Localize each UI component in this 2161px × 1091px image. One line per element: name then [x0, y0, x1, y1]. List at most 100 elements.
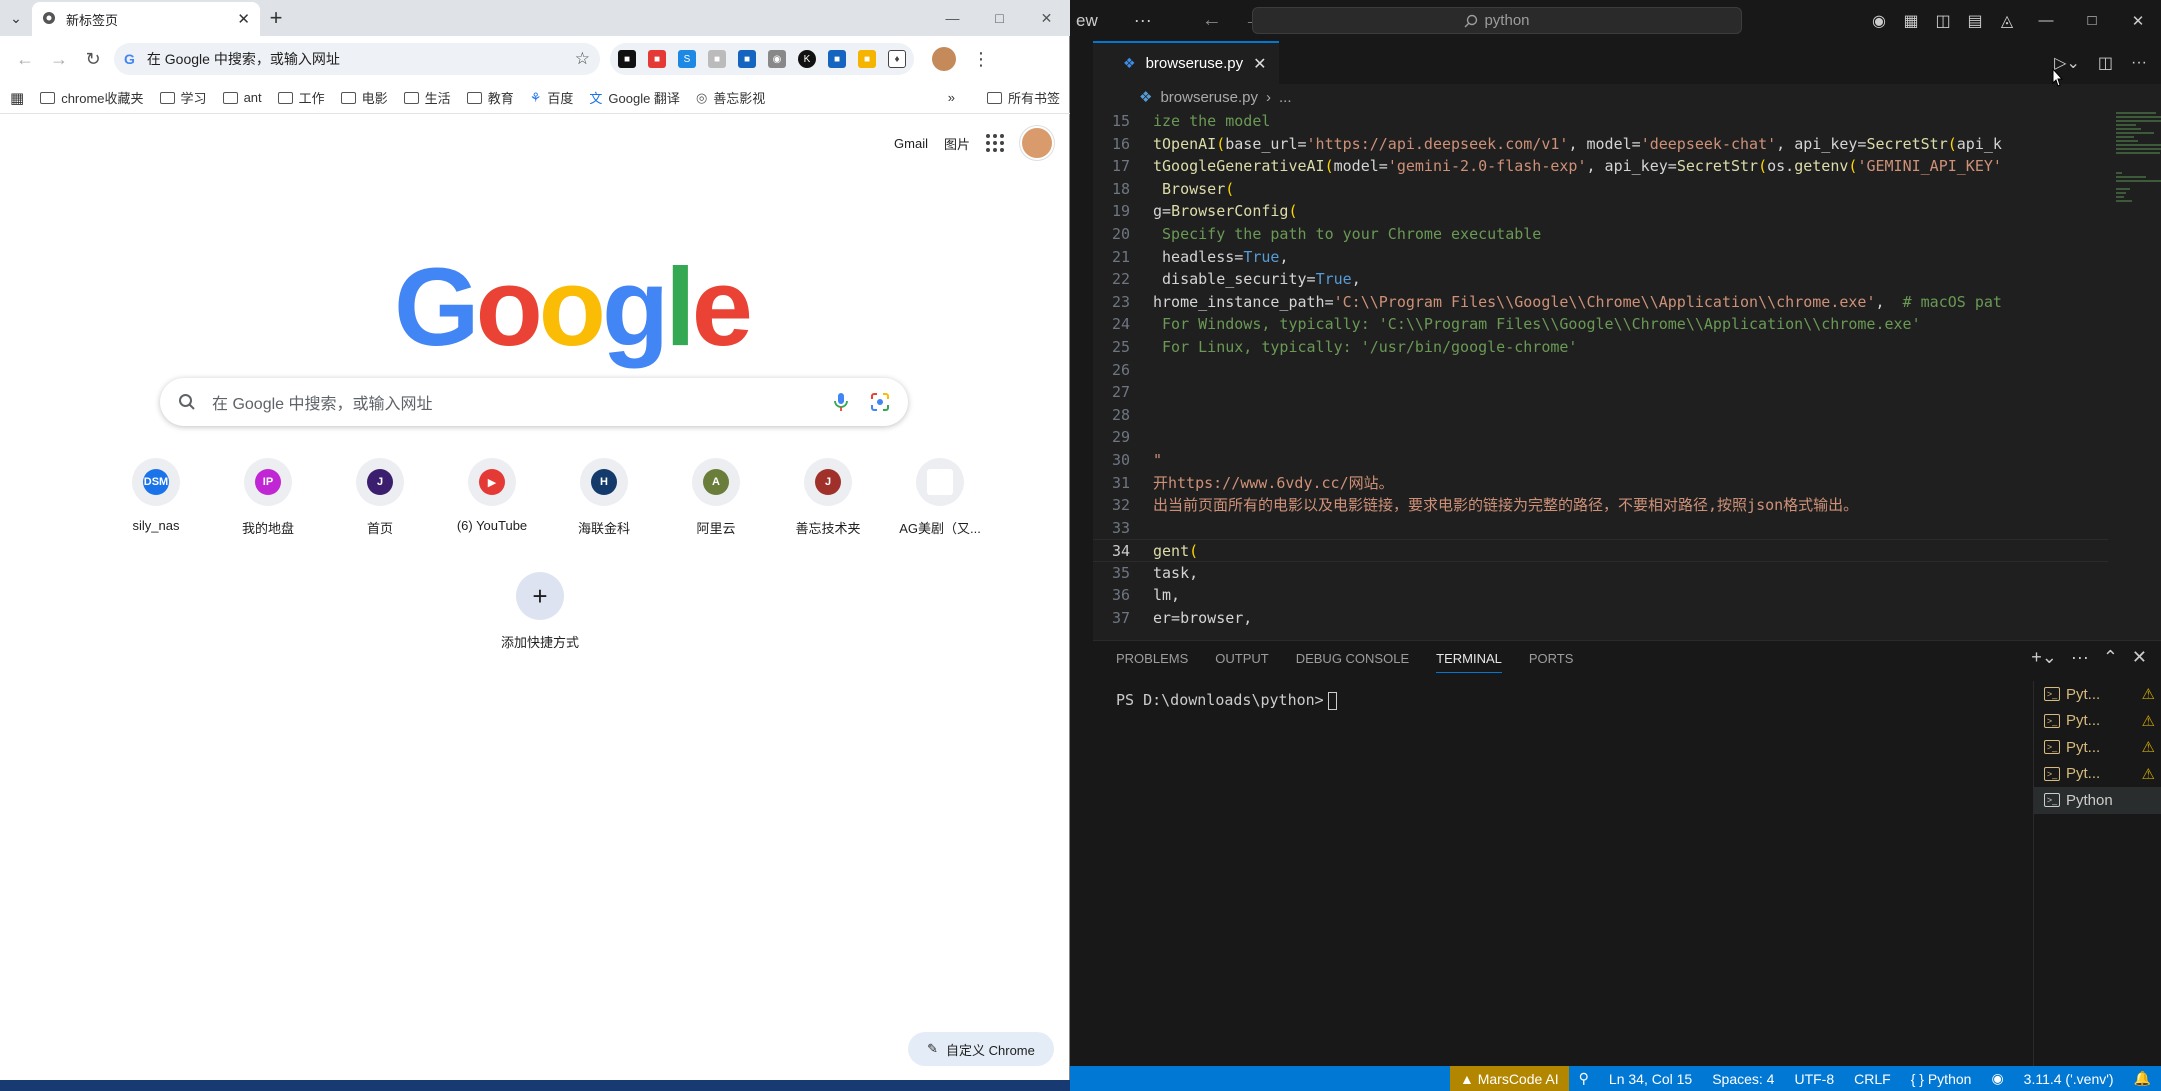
maximize-panel-icon[interactable]: ⌃	[2103, 647, 2118, 668]
bookmark-item[interactable]: ◎ 善忘影视	[696, 88, 765, 107]
extension-icon[interactable]: ◉	[768, 50, 786, 68]
more-menu-icon[interactable]: ···	[1134, 10, 1152, 31]
close-icon[interactable]: ✕	[2115, 12, 2161, 30]
maximize-icon[interactable]: □	[976, 10, 1023, 26]
close-tab-icon[interactable]: ✕	[237, 10, 250, 28]
terminal[interactable]: PS D:\downloads\python>	[1116, 691, 1337, 710]
minimize-icon[interactable]: —	[929, 10, 976, 26]
add-shortcut[interactable]: + 添加快捷方式	[484, 572, 596, 651]
minimize-icon[interactable]: —	[2023, 12, 2069, 29]
language-mode[interactable]: { } Python	[1901, 1071, 1982, 1087]
more-actions-icon[interactable]: ···	[2131, 54, 2147, 72]
interpreter[interactable]: 3.11.4 ('.venv')	[2014, 1071, 2124, 1087]
terminal-item[interactable]: >_ Pyt... ⚠	[2034, 681, 2161, 708]
new-tab-button[interactable]: +	[260, 0, 292, 36]
shortcut-tile[interactable]: DSM sily_nas	[100, 458, 212, 537]
breadcrumb-more[interactable]: ...	[1279, 89, 1292, 106]
notifications-icon[interactable]: 🔔	[2124, 1070, 2161, 1087]
maximize-icon[interactable]: □	[2069, 12, 2115, 29]
panel-tab[interactable]: OUTPUT	[1215, 651, 1268, 673]
bookmark-item[interactable]: ant	[222, 90, 262, 105]
eol[interactable]: CRLF	[1844, 1071, 1901, 1087]
chevron-right-icon: ›	[1266, 88, 1271, 106]
microphone-icon[interactable]	[834, 392, 848, 412]
close-icon[interactable]: ✕	[1023, 10, 1070, 27]
lens-icon[interactable]	[870, 392, 890, 412]
copilot-status-icon[interactable]: ◉	[1981, 1070, 2013, 1087]
tab-new-tab[interactable]: 新标签页 ✕	[32, 2, 260, 36]
close-tab-icon[interactable]: ✕	[1253, 54, 1266, 74]
panel-tab[interactable]: PORTS	[1529, 651, 1574, 673]
tab-browseruse[interactable]: ❖ browseruse.py ✕	[1093, 41, 1279, 84]
more-bookmarks-icon[interactable]: »	[948, 90, 955, 105]
profile-avatar[interactable]	[932, 47, 956, 71]
images-link[interactable]: 图片	[944, 134, 970, 153]
panel-tab[interactable]: PROBLEMS	[1116, 651, 1188, 673]
encoding[interactable]: UTF-8	[1784, 1071, 1844, 1087]
close-panel-icon[interactable]: ✕	[2132, 647, 2147, 668]
tab-search-icon[interactable]: ⌄	[0, 0, 32, 36]
gmail-link[interactable]: Gmail	[894, 136, 928, 151]
extension-icon[interactable]: ■	[858, 50, 876, 68]
menu-fragment[interactable]: ew	[1076, 11, 1098, 31]
address-bar[interactable]: G 在 Google 中搜索，或输入网址 ☆	[114, 43, 600, 75]
toggle-panel-icon[interactable]: ▤	[1959, 11, 1991, 31]
layout-icon[interactable]: ▦	[1895, 11, 1927, 31]
bookmark-item[interactable]: 教育	[466, 88, 514, 107]
shortcut-tile[interactable]: A 阿里云	[660, 458, 772, 537]
marscode-status[interactable]: ▲ MarsCode AI	[1449, 1066, 1569, 1091]
extension-icon[interactable]: ■	[738, 50, 756, 68]
bookmark-item[interactable]: 电影	[340, 88, 388, 107]
toggle-secondary-icon[interactable]: ◬	[1991, 11, 2023, 31]
shortcut-tile[interactable]: ▶ (6) YouTube	[436, 458, 548, 537]
minimap-line	[2116, 132, 2154, 134]
panel-tab[interactable]: DEBUG CONSOLE	[1296, 651, 1409, 673]
bookmark-item[interactable]: ⚘ 百度	[530, 88, 574, 107]
terminal-item[interactable]: >_ Pyt... ⚠	[2034, 761, 2161, 788]
back-icon[interactable]: ←	[8, 49, 42, 70]
extension-icon[interactable]: ■	[618, 50, 636, 68]
all-bookmarks[interactable]: 所有书签	[986, 88, 1060, 107]
terminal-item[interactable]: >_ Pyt... ⚠	[2034, 734, 2161, 761]
search-box[interactable]: 在 Google 中搜索，或输入网址	[160, 378, 908, 426]
terminal-item[interactable]: >_ Python	[2034, 787, 2161, 814]
shortcut-tile[interactable]: H 海联金科	[548, 458, 660, 537]
reload-icon[interactable]: ↻	[76, 49, 110, 70]
extension-icon[interactable]: ■	[828, 50, 846, 68]
bookmark-item[interactable]: 学习	[159, 88, 207, 107]
indentation[interactable]: Spaces: 4	[1702, 1071, 1784, 1087]
shortcut-tile[interactable]: J 首页	[324, 458, 436, 537]
copilot-icon[interactable]: ◉	[1863, 11, 1895, 31]
extension-icon[interactable]: S	[678, 50, 696, 68]
panel-tab[interactable]: TERMINAL	[1436, 651, 1502, 673]
code-editor[interactable]: 15 ize the model 16 tOpenAI(base_url='https…	[1093, 110, 2108, 640]
bookmark-star-icon[interactable]: ☆	[575, 49, 590, 69]
extension-icon[interactable]: ■	[648, 50, 666, 68]
extension-icon[interactable]: K	[798, 50, 816, 68]
toggle-sidebar-icon[interactable]: ◫	[1927, 11, 1959, 31]
new-terminal-icon[interactable]: +⌄	[2031, 647, 2057, 668]
puzzle-icon[interactable]: ♦	[888, 50, 906, 68]
bookmark-item[interactable]: 工作	[277, 88, 325, 107]
terminal-item[interactable]: >_ Pyt... ⚠	[2034, 708, 2161, 735]
zoom-icon[interactable]: ⚲	[1569, 1070, 1599, 1087]
split-editor-icon[interactable]: ◫	[2098, 53, 2113, 73]
kebab-menu-icon[interactable]: ⋮	[972, 49, 990, 70]
minimap[interactable]	[2108, 110, 2161, 640]
shortcut-tile[interactable]: IP 我的地盘	[212, 458, 324, 537]
apps-icon[interactable]: ▦	[10, 89, 24, 107]
shortcut-tile[interactable]: AG美剧（又...	[884, 458, 996, 537]
shortcut-tile[interactable]: J 善忘技术夹	[772, 458, 884, 537]
bookmark-item[interactable]: 文 Google 翻译	[589, 88, 680, 107]
breadcrumb-file[interactable]: browseruse.py	[1160, 89, 1258, 106]
command-center[interactable]: python	[1252, 7, 1742, 34]
cursor-position[interactable]: Ln 34, Col 15	[1599, 1071, 1702, 1087]
customize-chrome-button[interactable]: ✎ 自定义 Chrome	[908, 1032, 1054, 1066]
forward-icon[interactable]: →	[42, 49, 76, 70]
account-avatar[interactable]	[1020, 126, 1054, 160]
extension-icon[interactable]: ■	[708, 50, 726, 68]
bookmark-item[interactable]: 生活	[403, 88, 451, 107]
bookmark-item[interactable]: chrome收藏夹	[40, 88, 144, 107]
google-apps-icon[interactable]	[986, 134, 1004, 152]
more-icon[interactable]: ···	[2071, 647, 2089, 668]
